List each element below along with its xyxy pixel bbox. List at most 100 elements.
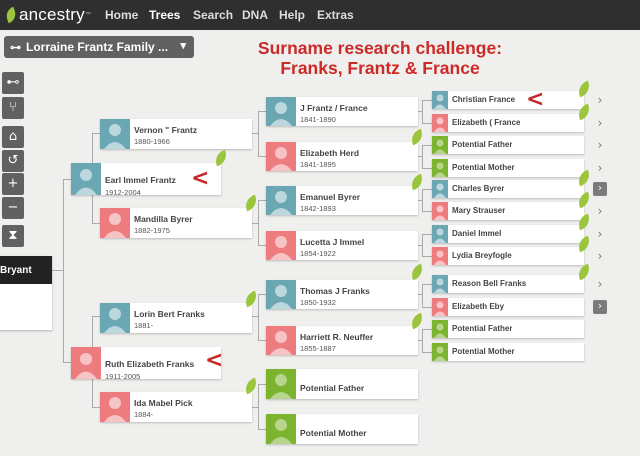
family-view-icon[interactable]: ⑂ <box>2 97 24 119</box>
zoom-out-icon[interactable]: − <box>2 197 24 219</box>
female-avatar-icon <box>71 347 101 379</box>
tree-selector-label: Lorraine Frantz Family ... <box>26 40 169 54</box>
expand-arrow-icon[interactable]: › <box>594 204 606 218</box>
expand-arrow-icon[interactable]: › <box>594 161 606 175</box>
connector-line <box>422 123 432 124</box>
connector-line <box>422 189 432 190</box>
unknown-avatar-icon <box>432 343 448 361</box>
nav-help[interactable]: Help <box>279 8 305 22</box>
female-avatar-icon <box>266 231 296 260</box>
expand-arrow-icon[interactable]: › <box>594 116 606 130</box>
hint-leaf-icon[interactable] <box>408 263 426 281</box>
expand-arrow-icon[interactable]: › <box>593 300 607 314</box>
person-name: Elizabeth ( France <box>452 118 521 127</box>
nav-extras[interactable]: Extras <box>317 8 354 22</box>
unknown-avatar-icon <box>432 136 448 154</box>
person-card-elizabeth-herd[interactable]: Elizabeth Herd 1841-1895 <box>266 142 418 171</box>
connector-line <box>258 340 266 341</box>
female-avatar-icon <box>432 247 448 265</box>
person-card-potential-mother[interactable]: Potential Mother <box>432 343 584 361</box>
person-card-potential-father[interactable]: Potential Father <box>266 369 418 399</box>
person-card-potential-mother[interactable]: Potential Mother <box>432 159 584 177</box>
home-icon[interactable]: ⌂ <box>2 126 24 148</box>
person-card-potential-father[interactable]: Potential Father <box>432 320 584 338</box>
expand-arrow-icon[interactable]: › <box>594 227 606 241</box>
person-name: Potential Mother <box>452 163 515 172</box>
connector-line <box>258 200 266 201</box>
trademark-icon: ™ <box>84 12 91 18</box>
person-card-reason-bell-franks[interactable]: Reason Bell Franks <box>432 275 584 293</box>
female-avatar-icon <box>432 202 448 220</box>
expand-arrow-icon[interactable]: › <box>594 277 606 291</box>
person-card-daniel-immel[interactable]: Daniel Immel <box>432 225 584 243</box>
person-name: Potential Mother <box>300 428 367 438</box>
expand-arrow-icon[interactable]: › <box>593 182 607 196</box>
connector-line <box>258 294 266 295</box>
connector-line <box>63 362 71 363</box>
ancestry-logo[interactable]: ancestry ™ <box>3 5 91 25</box>
person-card-ida-mabel-pick[interactable]: Ida Mabel Pick 1884- <box>100 392 252 422</box>
person-dates: 1884- <box>134 410 154 419</box>
connector-line <box>422 211 432 212</box>
connector-line <box>422 168 432 169</box>
nav-trees[interactable]: Trees <box>149 8 180 22</box>
person-card-christian-france[interactable]: Christian France <box>432 91 584 109</box>
person-name: Mary Strauser <box>452 206 506 215</box>
person-card-elizabeth-france[interactable]: Elizabeth ( France <box>432 114 584 132</box>
connector-line <box>258 429 266 430</box>
person-dates: 1841-1895 <box>300 160 336 169</box>
person-name: Potential Father <box>452 324 513 333</box>
tree-view-icon[interactable]: ⊷ <box>2 72 24 94</box>
connector-line <box>422 100 432 101</box>
person-name: Elizabeth Herd <box>300 148 360 158</box>
tree-selector-dropdown[interactable]: ⊶ Lorraine Frantz Family ... ▾ <box>4 36 194 58</box>
connector-line <box>92 407 100 408</box>
female-avatar-icon <box>432 298 448 316</box>
nav-dna[interactable]: DNA <box>242 8 268 22</box>
person-name: Potential Mother <box>452 347 515 356</box>
person-card-charles-byrer[interactable]: Charles Byrer <box>432 180 584 198</box>
expand-arrow-icon[interactable]: › <box>594 138 606 152</box>
person-card-lydia-breyfogle[interactable]: Lydia Breyfogle <box>432 247 584 265</box>
male-avatar-icon <box>432 91 448 109</box>
connector-line <box>258 200 259 245</box>
person-card-potential-mother[interactable]: Potential Mother <box>266 414 418 444</box>
person-card-lucetta-j-immel[interactable]: Lucetta J Immel 1854-1922 <box>266 231 418 260</box>
person-card-mary-strauser[interactable]: Mary Strauser <box>432 202 584 220</box>
connector-line <box>258 111 266 112</box>
zoom-in-icon[interactable]: + <box>2 173 24 195</box>
person-name: Lydia Breyfogle <box>452 251 512 260</box>
person-card-mandilla-byrer[interactable]: Mandilla Byrer 1882-1975 <box>100 208 252 238</box>
hourglass-icon[interactable]: ⧗ <box>2 225 24 247</box>
connector-line <box>258 384 259 429</box>
male-avatar-icon <box>100 303 130 333</box>
person-card-potential-father[interactable]: Potential Father <box>432 136 584 154</box>
person-card-ruth-elizabeth-franks[interactable]: Ruth Elizabeth Franks 1911-2005 <box>71 347 221 381</box>
person-name: Christian France <box>452 95 516 104</box>
person-dates: 1912-2004 <box>105 188 141 197</box>
connector-line <box>92 316 100 317</box>
tree-icon: ⊶ <box>10 41 21 54</box>
person-name: Potential Father <box>300 383 365 393</box>
person-card-j-frantz-france[interactable]: J Frantz / France 1841-1890 <box>266 97 418 126</box>
connector-line <box>258 156 266 157</box>
person-card-lorin-bert-franks[interactable]: Lorin Bert Franks 1881- <box>100 303 252 333</box>
leaf-logo-icon <box>3 6 19 24</box>
person-name: Ruth Elizabeth Franks <box>105 359 195 369</box>
nav-home[interactable]: Home <box>105 8 138 22</box>
person-card-harriett-r-neuffer[interactable]: Harriett R. Neuffer 1855-1887 <box>266 326 418 355</box>
person-card-elizabeth-eby[interactable]: Elizabeth Eby <box>432 298 584 316</box>
person-dates: 1850-1932 <box>300 298 336 307</box>
connector-line <box>422 329 432 330</box>
person-name: Lucetta J Immel <box>300 237 365 247</box>
logo-text: ancestry <box>19 5 85 24</box>
expand-arrow-icon[interactable]: › <box>594 249 606 263</box>
expand-arrow-icon[interactable]: › <box>594 93 606 107</box>
person-card-emanuel-byrer[interactable]: Emanuel Byrer 1842-1893 <box>266 186 418 215</box>
female-avatar-icon <box>266 142 296 171</box>
person-card-vernon-frantz[interactable]: Vernon " Frantz 1880-1966 <box>100 119 252 149</box>
nav-search[interactable]: Search <box>193 8 233 22</box>
refresh-icon[interactable]: ↺ <box>2 150 24 172</box>
person-card-thomas-j-franks[interactable]: Thomas J Franks 1850-1932 <box>266 280 418 309</box>
root-person-card[interactable]: Bryant <box>0 256 52 330</box>
